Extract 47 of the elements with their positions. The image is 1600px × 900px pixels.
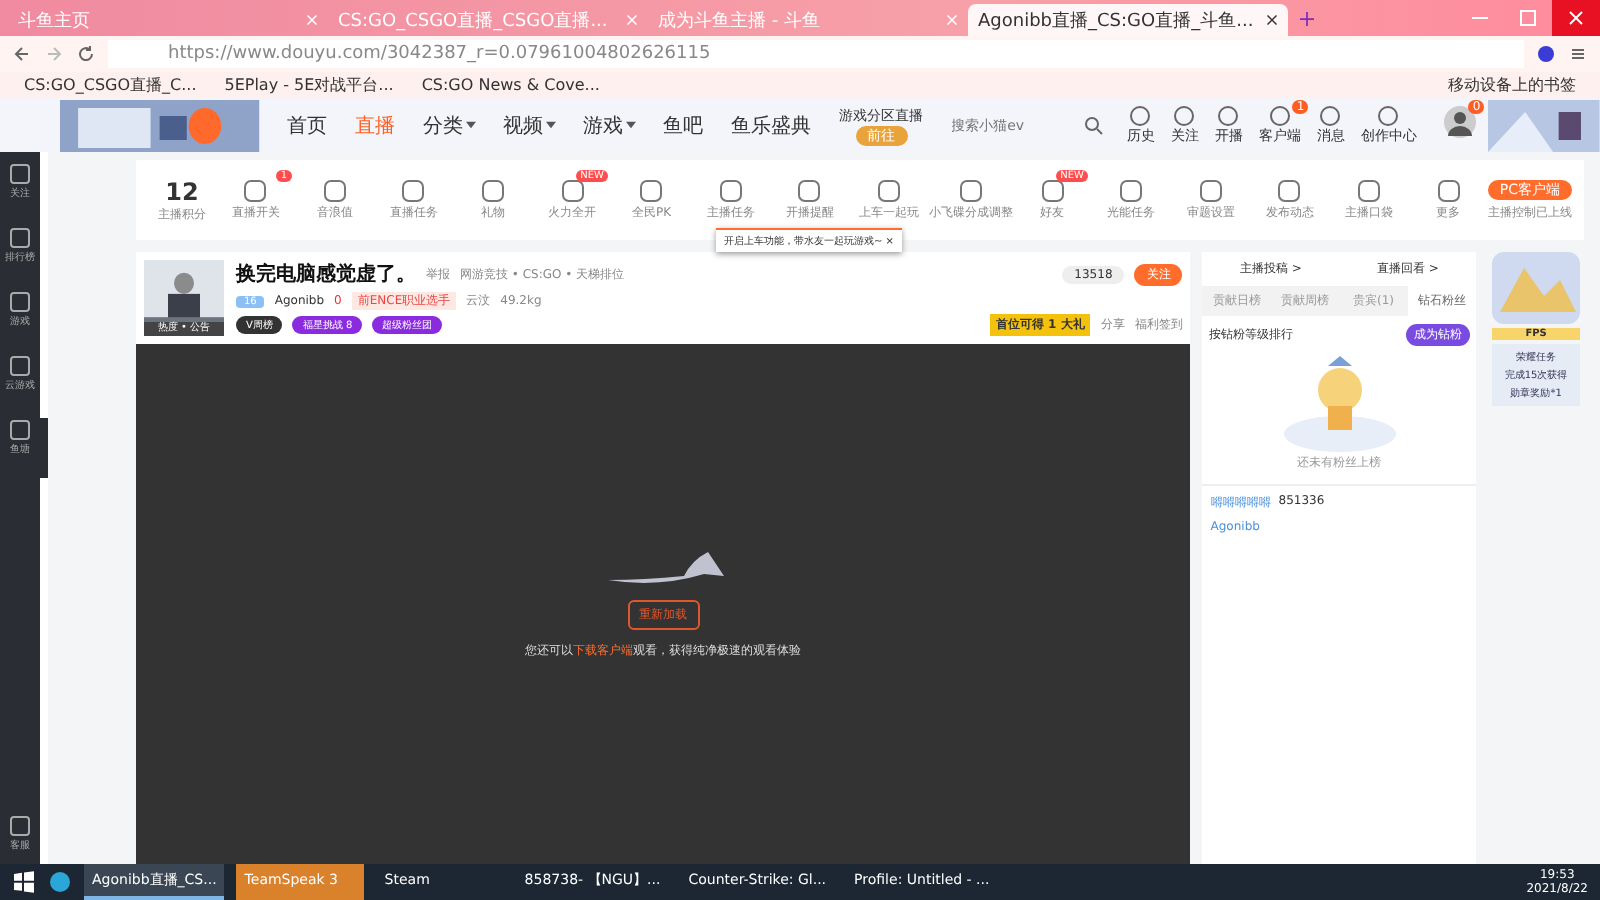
caret-icon[interactable]	[545, 120, 556, 130]
caret-icon[interactable]	[625, 120, 636, 130]
square-icon	[242, 178, 269, 204]
close-icon	[1568, 10, 1584, 26]
square-icon	[559, 178, 586, 204]
square-icon	[717, 178, 744, 204]
square-icon	[480, 178, 507, 204]
score-value: 12	[165, 177, 199, 205]
bookmark-link[interactable]: 5EPlay - 5E对战平台...	[224, 74, 394, 96]
nav-link[interactable]: 首页	[287, 111, 328, 139]
close-icon[interactable]	[1266, 14, 1278, 26]
square-icon	[796, 178, 823, 204]
back-icon[interactable]	[12, 44, 32, 64]
nav-link[interactable]: 游戏	[583, 111, 624, 139]
browser-tab[interactable]: Agonibb直播_CS:GO直播_斗鱼...	[968, 4, 1288, 36]
square-icon	[321, 178, 348, 204]
sidebar-handle[interactable]	[40, 418, 48, 478]
maximize-icon	[1520, 10, 1536, 26]
bookmark-link[interactable]: CS:GO News & Cove...	[421, 76, 600, 94]
room-title: 换完电脑感觉虚了。	[236, 260, 416, 288]
avatar-icon[interactable]	[1444, 106, 1477, 138]
nav-link[interactable]: 鱼吧	[663, 111, 704, 139]
profile-icon[interactable]	[1536, 44, 1556, 64]
caret-icon[interactable]	[465, 120, 476, 130]
menu-icon[interactable]	[1568, 44, 1588, 64]
nav-link[interactable]: 鱼乐盛典	[731, 111, 812, 139]
square-icon	[1039, 178, 1066, 204]
square-icon	[1276, 178, 1303, 204]
address-bar[interactable]: https://www.douyu.com/3042387_r=0.07961004802626115	[108, 40, 1524, 68]
nav-link[interactable]: 分类	[423, 111, 464, 139]
plus-icon[interactable]	[1300, 12, 1314, 26]
windows-start-icon[interactable]	[12, 870, 36, 894]
browser-icon[interactable]	[48, 870, 72, 894]
square-icon	[1356, 178, 1383, 204]
square-icon	[876, 178, 903, 204]
bookmark-link[interactable]: CS:GO_CSGO直播_C...	[24, 74, 197, 96]
square-icon	[957, 178, 984, 204]
nav-link[interactable]: 视频	[503, 111, 544, 139]
square-icon	[400, 178, 427, 204]
square-icon	[1435, 178, 1462, 204]
reload-icon[interactable]	[76, 44, 96, 64]
search-icon[interactable]	[1083, 115, 1104, 135]
bookmark-link[interactable]: 移动设备上的书签	[1448, 74, 1576, 96]
close-button[interactable]	[1552, 0, 1600, 36]
square-icon	[1197, 178, 1224, 204]
square-icon	[638, 178, 665, 204]
square-icon	[1118, 178, 1145, 204]
